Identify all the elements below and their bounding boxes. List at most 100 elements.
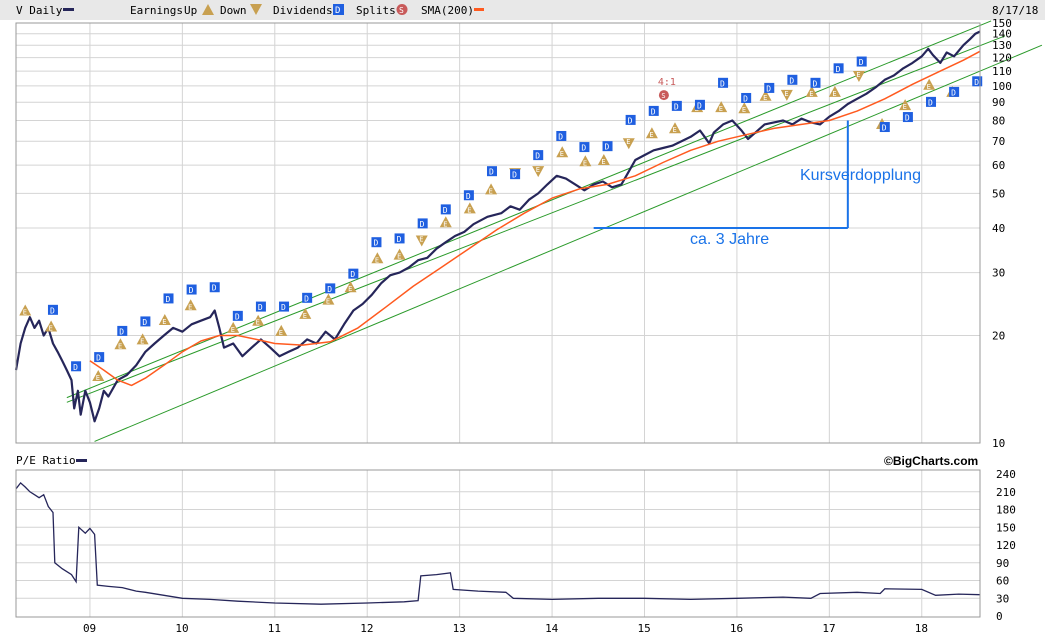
dividend-marker: D — [47, 304, 58, 315]
dividend-marker-label: D — [905, 114, 910, 123]
doubling-annotation: Kursverdopplung ca. 3 Jahre — [593, 120, 921, 248]
legend-earnings-label: Earnings — [130, 4, 183, 17]
svg-text:S: S — [399, 6, 404, 15]
x-tick-label: 12 — [360, 622, 373, 635]
legend-price-label: V Daily — [16, 4, 63, 17]
earnings-marker-label: E — [763, 94, 767, 102]
dividend-marker: D — [833, 63, 844, 74]
dividend-marker-label: D — [836, 65, 841, 74]
dividend-icon: D — [333, 4, 344, 16]
earnings-up-marker: E — [668, 122, 681, 134]
dividend-marker-label: D — [189, 286, 194, 295]
dividend-marker-label: D — [258, 303, 263, 312]
dividend-marker: D — [463, 190, 474, 201]
earnings-marker-label: E — [601, 158, 605, 166]
dividend-marker: D — [787, 74, 798, 85]
legend-sma-label: SMA(200) — [421, 4, 474, 17]
dividend-marker-label: D — [651, 107, 656, 116]
earnings-up-marker: E — [556, 146, 569, 158]
earnings-marker-label: E — [583, 159, 587, 167]
legend-up-label: Up — [184, 4, 197, 17]
earnings-marker-label: E — [397, 253, 401, 261]
earnings-marker-label: E — [326, 298, 330, 306]
dividend-marker-label: D — [304, 294, 309, 303]
pe-plot — [15, 481, 981, 605]
pe-legend-swatch — [76, 459, 87, 462]
split-ratio-label: 4:1 — [658, 77, 676, 88]
dividend-marker: D — [394, 233, 405, 244]
x-tick-label: 17 — [822, 622, 835, 635]
dividend-marker-label: D — [96, 354, 101, 363]
dividend-marker-label: D — [142, 318, 147, 327]
earnings-down-marker: E — [415, 235, 428, 247]
dividend-marker: D — [348, 268, 359, 279]
x-tick-label: 15 — [637, 622, 650, 635]
price-y-axis: 150140130120110100908070605040302010 — [992, 17, 1012, 450]
dividend-marker: D — [579, 142, 590, 153]
earnings-marker-label: E — [626, 138, 630, 146]
dividend-marker-label: D — [743, 94, 748, 103]
dividend-marker: D — [949, 86, 960, 97]
earnings-marker-label: E — [443, 220, 447, 228]
earnings-up-marker: E — [828, 85, 841, 98]
dividend-marker: D — [694, 99, 705, 110]
earnings-marker-label: E — [375, 256, 379, 264]
dividend-marker-label: D — [212, 284, 217, 293]
dividend-marker: D — [417, 218, 428, 229]
earnings-up-marker: E — [92, 370, 105, 382]
earnings-down-marker: E — [532, 166, 545, 178]
pe-tick-label: 150 — [996, 521, 1016, 534]
earnings-marker-label: E — [118, 342, 122, 350]
dividend-marker-label: D — [535, 152, 540, 161]
earnings-marker-label: E — [536, 166, 540, 174]
dividend-marker-label: D — [350, 270, 355, 279]
earnings-up-marker: E — [158, 314, 171, 326]
price-plot: EEEEEEEEEEEEEEEEEEEEEEEEEEEEEEEEEEEEEEED… — [14, 20, 1043, 442]
dividend-marker-label: D — [235, 312, 240, 321]
y-tick-label: 110 — [992, 65, 1012, 78]
dividend-marker: D — [279, 301, 290, 312]
x-tick-label: 11 — [268, 622, 281, 635]
earnings-marker-label: E — [489, 187, 493, 195]
dividend-marker-label: D — [50, 306, 55, 315]
pe-tick-label: 60 — [996, 575, 1009, 588]
x-axis: 09 10 11 12 13 14 15 16 17 18 — [83, 622, 928, 635]
earnings-marker-label: E — [279, 329, 283, 337]
earnings-up-marker: E — [579, 155, 592, 167]
dividend-marker: D — [602, 141, 613, 152]
legend-price-swatch — [63, 8, 74, 11]
legend-sma-swatch — [474, 8, 484, 11]
earnings-marker-label: E — [927, 83, 931, 91]
dividend-marker: D — [856, 56, 867, 67]
dividend-marker-label: D — [581, 144, 586, 153]
earnings-marker-label: E — [162, 318, 166, 326]
pe-tick-label: 0 — [996, 610, 1003, 623]
dividend-marker-label: D — [628, 116, 633, 125]
dividend-marker-label: D — [443, 206, 448, 215]
earnings-marker-label: E — [719, 105, 723, 113]
duration-label: ca. 3 Jahre — [690, 231, 769, 248]
dividend-marker-label: D — [766, 84, 771, 93]
dividend-marker: D — [325, 283, 336, 294]
y-tick-label: 30 — [992, 267, 1005, 280]
pe-tick-label: 210 — [996, 486, 1016, 499]
dividend-marker: D — [810, 77, 821, 88]
dividend-marker: D — [71, 361, 82, 372]
earnings-up-marker: E — [463, 202, 476, 214]
earnings-up-marker: E — [344, 281, 357, 293]
earnings-up-marker: E — [738, 102, 751, 114]
dividend-marker-label: D — [466, 192, 471, 201]
legend-down-label: Down — [220, 4, 247, 17]
earnings-up-marker: E — [439, 216, 452, 228]
split-marker-label: S — [661, 92, 665, 100]
dividend-marker-label: D — [166, 295, 171, 304]
earnings-marker-label: E — [856, 71, 860, 79]
earnings-up-marker: E — [371, 252, 384, 264]
y-tick-label: 10 — [992, 437, 1005, 450]
trend-line-lower-channel — [94, 44, 1043, 442]
dividend-marker-label: D — [327, 285, 332, 294]
earnings-up-marker: E — [322, 293, 335, 306]
earnings-marker-label: E — [188, 303, 192, 311]
earnings-up-marker: E — [485, 183, 498, 195]
price-grid — [16, 22, 980, 443]
